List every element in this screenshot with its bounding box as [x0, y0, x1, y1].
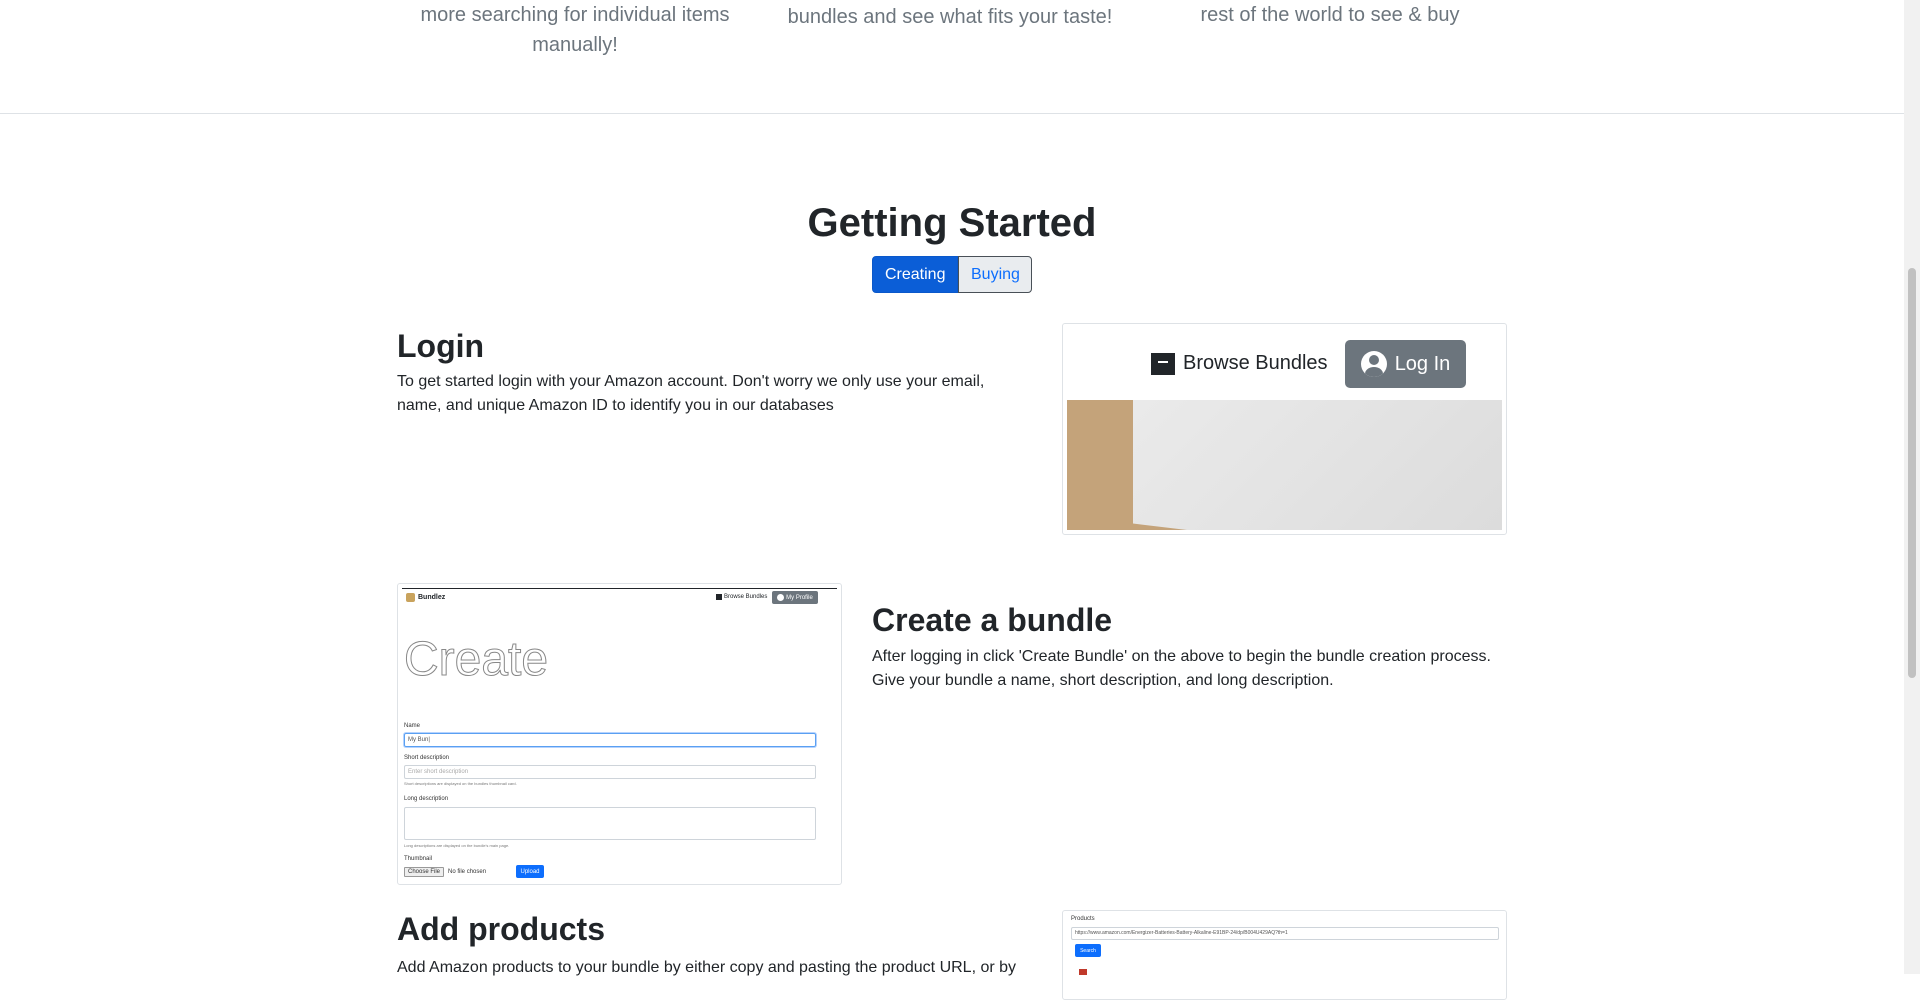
login-screenshot: Browse Bundles Log In [1062, 323, 1507, 535]
getting-started-title: Getting Started [807, 201, 1097, 245]
name-input-image: My Bun| [404, 733, 816, 747]
brand-name: Bundlez [418, 594, 446, 601]
upload-button-image: Upload [516, 865, 544, 878]
file-input-image: Choose File No file chosen [404, 867, 486, 877]
user-circle-icon [777, 594, 785, 601]
buying-tab-button[interactable]: Buying [958, 256, 1032, 293]
create-screenshot: Bundlez Browse Bundles My Profile Create… [397, 583, 842, 885]
long-desc-help: Long descriptions are displayed on the b… [404, 843, 510, 848]
brand-logo-icon [406, 593, 415, 602]
login-step-title: Login [397, 328, 485, 364]
mini-browse-label: Browse Bundles [724, 594, 768, 600]
product-thumbnail [1079, 969, 1087, 975]
user-circle-icon [1360, 351, 1387, 377]
mode-toggle: Creating Buying [872, 256, 1032, 293]
mini-profile-label: My Profile [786, 594, 813, 601]
browse-bundles-label: Browse Bundles [1183, 352, 1328, 374]
products-label: Products [1071, 916, 1095, 922]
page-scrollbar[interactable] [1904, 0, 1920, 974]
products-step-text: Add Amazon products to your bundle by ei… [397, 959, 1017, 976]
create-step-text: After logging in click 'Create Bundle' o… [872, 648, 1491, 689]
no-file-label: No file chosen [448, 869, 487, 875]
divider [402, 588, 837, 589]
hero-box-image [1067, 400, 1502, 530]
product-url-input-image: https://www.amazon.com/Energizer-Batteri… [1071, 927, 1499, 940]
short-desc-input-image: Enter short description [404, 765, 816, 779]
name-label: Name [404, 723, 421, 729]
log-in-label: Log In [1394, 352, 1451, 375]
login-screenshot-nav: Browse Bundles Log In [1063, 324, 1506, 400]
mini-profile-button: My Profile [772, 591, 818, 604]
feature-text-3: rest of the world to see & buy [1200, 4, 1460, 26]
choose-file-label: Choose File [404, 867, 445, 877]
products-screenshot: Products https://www.amazon.com/Energize… [1062, 910, 1507, 1000]
short-desc-help: Short descriptions are displayed on the … [404, 781, 517, 786]
cardboard-box-shape [1067, 400, 1187, 530]
long-desc-textarea-image [404, 807, 816, 840]
brand: Bundlez [406, 593, 445, 602]
login-step-text: To get started login with your Amazon ac… [397, 373, 985, 414]
browse-bundles-link: Browse Bundles [1151, 352, 1328, 375]
getting-started-header: Getting Started [0, 195, 1904, 251]
mini-browse-link: Browse Bundles [716, 594, 767, 600]
log-in-button-image: Log In [1345, 340, 1466, 388]
create-heading: Create [403, 633, 549, 686]
archive-icon [716, 594, 722, 600]
short-desc-label: Short description [404, 755, 450, 761]
creating-tab-button[interactable]: Creating [872, 256, 958, 293]
thumbnail-label: Thumbnail [404, 856, 433, 862]
scrollbar-thumb[interactable] [1908, 268, 1916, 678]
features-row: more searching for individual items manu… [0, 0, 1904, 114]
feature-text-1: more searching for individual items manu… [420, 4, 730, 56]
archive-icon [1151, 352, 1175, 375]
products-step-title: Add products [397, 911, 605, 947]
search-button-image: Search [1075, 944, 1101, 957]
feature-text-2: bundles and see what fits your taste! [787, 6, 1113, 28]
create-step-title: Create a bundle [872, 602, 1113, 638]
long-desc-label: Long description [404, 796, 449, 802]
